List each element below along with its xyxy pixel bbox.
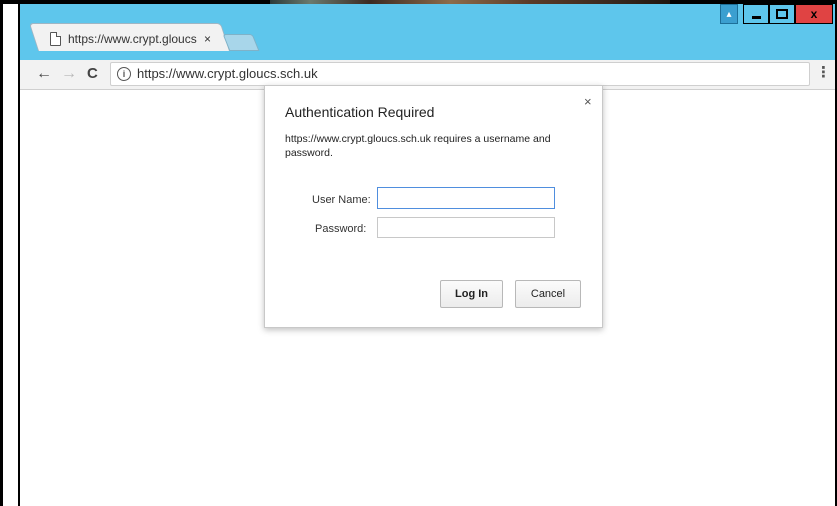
maximize-icon xyxy=(776,9,788,19)
frame-left xyxy=(0,0,3,506)
forward-icon[interactable]: → xyxy=(61,64,77,84)
back-icon[interactable]: ← xyxy=(36,64,52,84)
new-tab-button[interactable] xyxy=(222,34,260,51)
page-icon xyxy=(50,32,61,46)
active-tab[interactable]: https://www.crypt.gloucs × xyxy=(50,28,225,50)
login-button[interactable]: Log In xyxy=(440,280,503,308)
dialog-message: https://www.crypt.gloucs.sch.uk requires… xyxy=(285,133,551,159)
minimize-button[interactable] xyxy=(743,4,769,24)
maximize-button[interactable] xyxy=(769,4,795,24)
minimize-icon xyxy=(751,15,761,19)
user-icon[interactable]: ▴ xyxy=(720,4,738,24)
info-icon[interactable]: i xyxy=(117,67,131,81)
url-text[interactable]: https://www.crypt.gloucs.sch.uk xyxy=(137,66,318,81)
address-bar[interactable]: i https://www.crypt.gloucs.sch.uk ☆ xyxy=(110,62,810,86)
cancel-button[interactable]: Cancel xyxy=(515,280,581,308)
username-input[interactable] xyxy=(377,187,555,209)
dialog-close-icon[interactable]: × xyxy=(584,94,592,109)
title-bar: https://www.crypt.gloucs × ▴ x xyxy=(20,4,835,60)
tab-title: https://www.crypt.gloucs xyxy=(68,32,197,46)
username-label: User Name: xyxy=(312,194,371,206)
tab-close-icon[interactable]: × xyxy=(204,32,211,46)
password-input[interactable] xyxy=(377,217,555,238)
password-label: Password: xyxy=(315,223,367,235)
browser-window: https://www.crypt.gloucs × ▴ x ← → C i h… xyxy=(20,4,835,506)
auth-dialog: × Authentication Required https://www.cr… xyxy=(264,85,603,328)
close-window-button[interactable]: x xyxy=(795,4,833,24)
reload-icon[interactable]: C xyxy=(87,64,98,84)
menu-icon[interactable]: ⋮ xyxy=(816,63,831,81)
dialog-title: Authentication Required xyxy=(285,104,435,120)
